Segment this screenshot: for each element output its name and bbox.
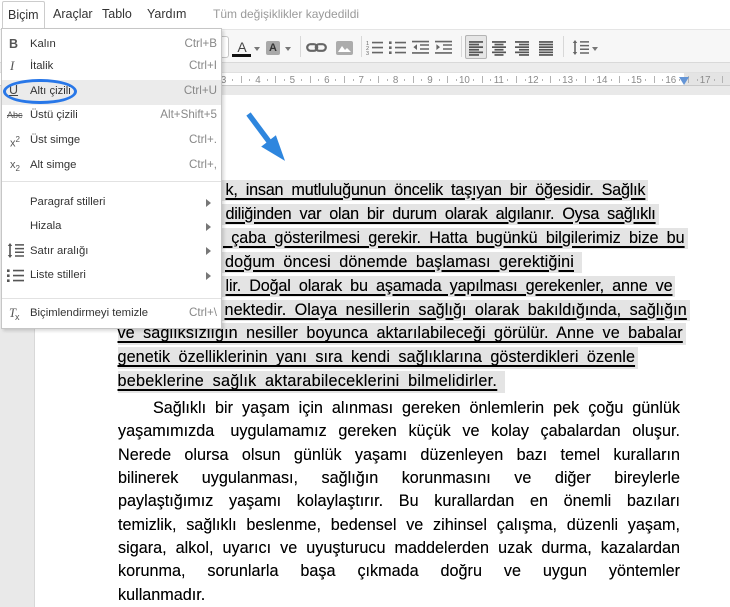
svg-text:3: 3: [366, 51, 369, 55]
